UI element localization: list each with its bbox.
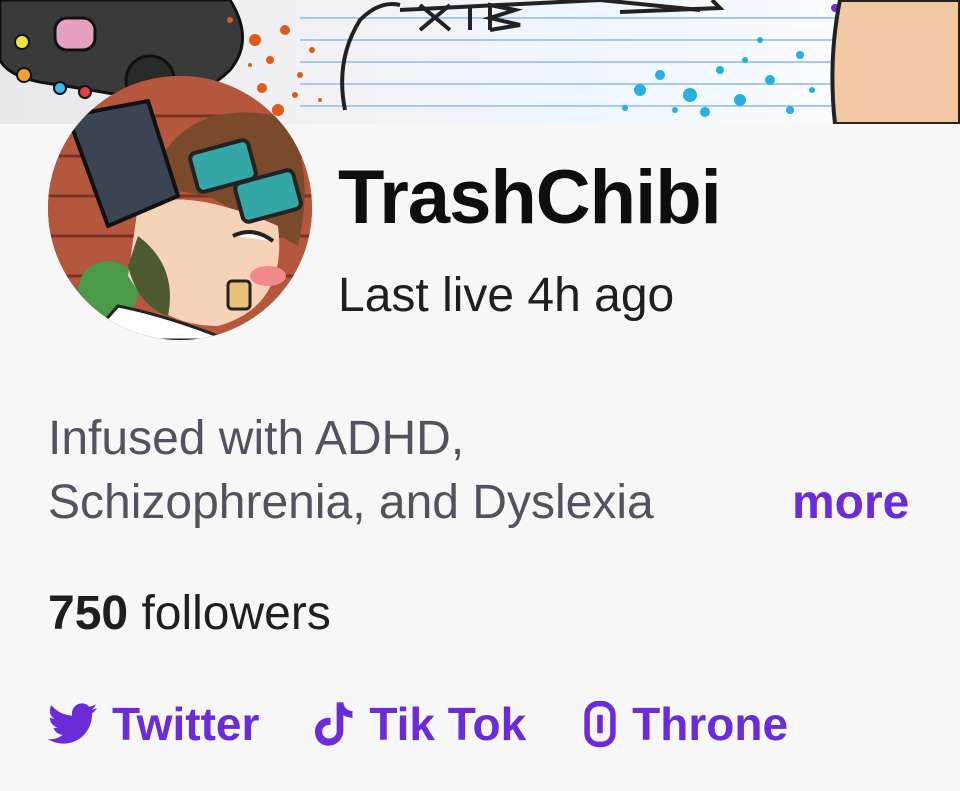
twitter-link-label: Twitter (112, 698, 260, 750)
tiktok-link-label: Tik Tok (369, 698, 527, 750)
channel-bio: Infused with ADHD, Schizophrenia, and Dy… (48, 407, 918, 535)
follower-count: 750 followers (48, 586, 331, 642)
tiktok-link[interactable]: Tik Tok (315, 697, 526, 751)
channel-name[interactable]: TrashChibi (338, 160, 722, 236)
twitter-link[interactable]: Twitter (48, 697, 259, 751)
throne-link-label: Throne (632, 698, 789, 750)
more-button[interactable]: more (776, 471, 910, 535)
avatar-illustration (48, 76, 312, 340)
throne-icon (582, 700, 618, 748)
twitter-icon (48, 703, 98, 745)
social-links: Twitter Tik Tok Throne (48, 696, 844, 752)
follower-count-label: followers (141, 587, 331, 640)
last-live-status: Last live 4h ago (338, 269, 675, 322)
follower-count-value: 750 (48, 587, 129, 640)
throne-link[interactable]: Throne (582, 697, 788, 751)
avatar[interactable] (48, 76, 312, 340)
tiktok-icon (315, 702, 355, 746)
bio-line-1: Infused with ADHD, (48, 412, 465, 465)
